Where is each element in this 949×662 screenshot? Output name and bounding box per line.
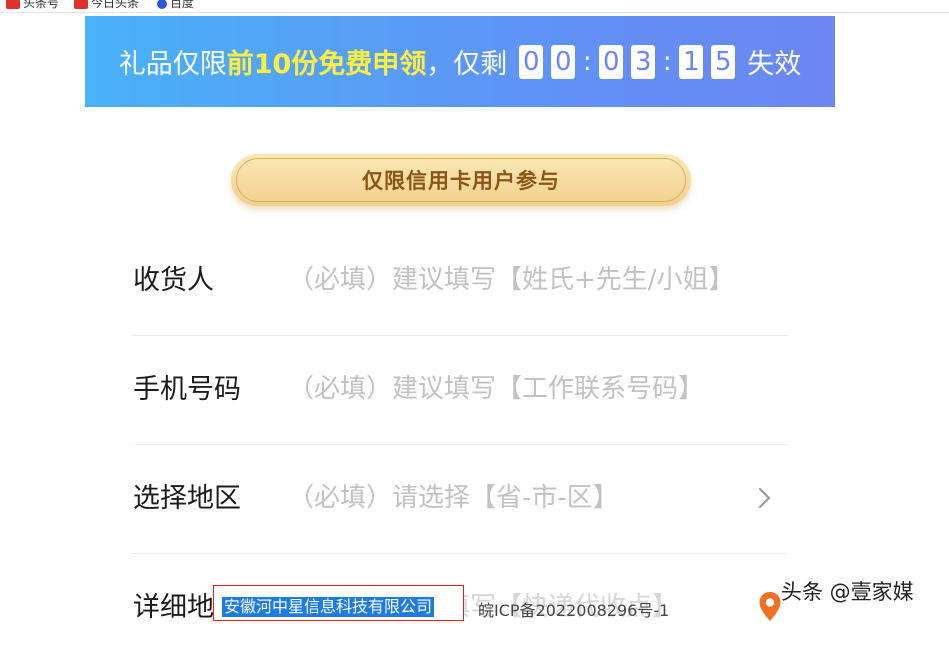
company-name-box: 安徽河中星信息科技有限公司	[213, 585, 464, 621]
countdown-separator: :	[662, 46, 672, 77]
countdown-digit: 3	[631, 44, 656, 79]
countdown-digit: 0	[519, 44, 544, 79]
bookmarks-bar: 头条号 今日头条 百度	[0, 0, 949, 13]
bookmark-baidu[interactable]: 百度	[157, 0, 194, 10]
credit-card-badge: 仅限信用卡用户参与	[231, 154, 691, 206]
form-row-recipient[interactable]: 收货人 （必填）建议填写【姓氏+先生/小姐】	[131, 226, 788, 336]
watermark: 头条 @壹家媒	[781, 580, 914, 604]
icp-license[interactable]: 皖ICP备2022008296号-1	[478, 597, 669, 621]
bookmark-jinritoutiao[interactable]: 今日头条	[74, 0, 139, 10]
toutiao-icon	[6, 0, 20, 9]
form-row-region[interactable]: 选择地区 （必填）请选择【省-市-区】	[131, 444, 788, 554]
banner-highlight: 前10份免费申领	[226, 49, 427, 80]
chevron-right-icon[interactable]	[750, 484, 778, 512]
recipient-label: 收货人	[133, 265, 214, 296]
badge-label: 仅限信用卡用户参与	[236, 158, 686, 202]
countdown-separator: :	[582, 46, 592, 77]
location-pin-icon	[759, 592, 781, 621]
countdown-digit: 1	[679, 44, 704, 79]
region-select[interactable]: （必填）请选择【省-市-区】	[288, 444, 619, 553]
recipient-input[interactable]: （必填）建议填写【姓氏+先生/小姐】	[288, 226, 735, 335]
phone-input[interactable]: （必填）建议填写【工作联系号码】	[288, 335, 704, 444]
company-name: 安徽河中星信息科技有限公司	[222, 597, 435, 617]
banner-suffix: 失效	[747, 49, 802, 80]
baidu-icon	[157, 0, 167, 9]
form-row-phone[interactable]: 手机号码 （必填）建议填写【工作联系号码】	[131, 335, 788, 445]
phone-label: 手机号码	[133, 374, 241, 405]
countdown-digit: 0	[551, 44, 576, 79]
banner-middle: ，仅剩	[426, 49, 508, 80]
region-label: 选择地区	[133, 483, 241, 514]
countdown-digit: 0	[599, 44, 624, 79]
countdown-banner: 礼品仅限 前10份免费申领 ，仅剩 0 0 : 0 3 : 1 5 失效	[85, 16, 835, 107]
toutiao-icon	[74, 0, 88, 9]
countdown-digit: 5	[711, 44, 736, 79]
bookmark-toutiaohao[interactable]: 头条号	[6, 0, 59, 10]
banner-prefix: 礼品仅限	[118, 49, 227, 80]
